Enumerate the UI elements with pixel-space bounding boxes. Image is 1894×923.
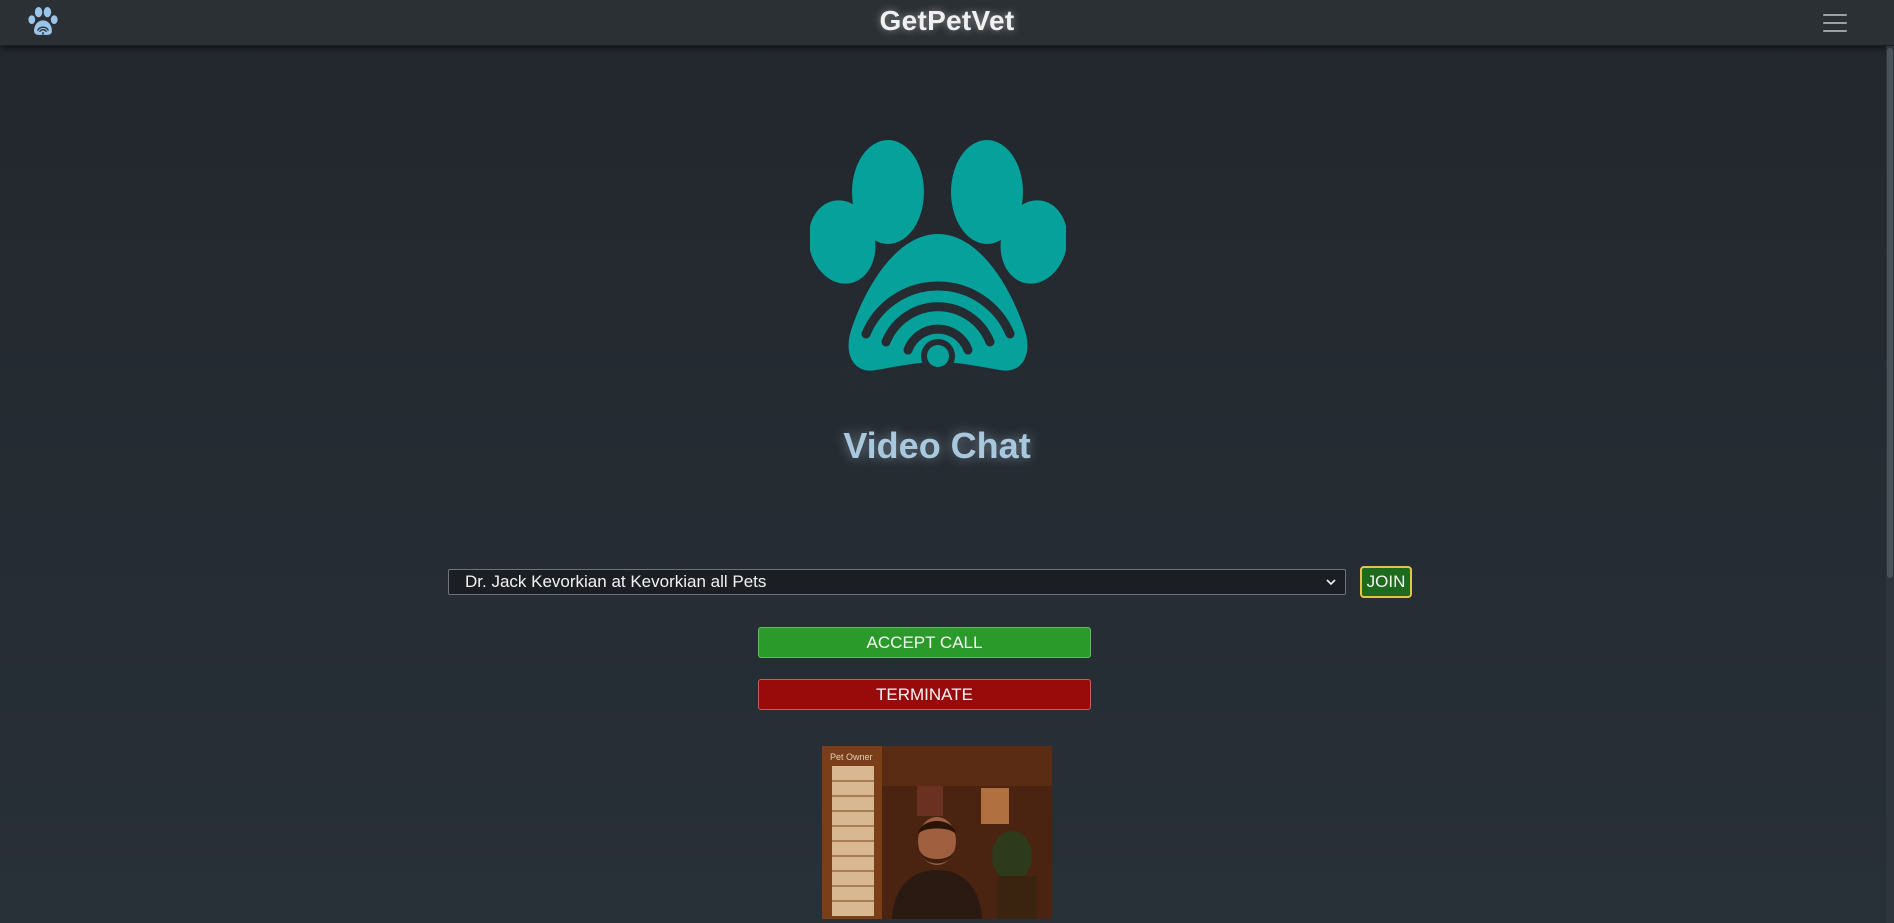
video-frame-image bbox=[822, 746, 1052, 919]
video-feed: Pet Owner bbox=[822, 746, 1052, 919]
scrollbar-thumb[interactable] bbox=[1887, 48, 1893, 578]
brand-title[interactable]: GetPetVet bbox=[0, 5, 1894, 37]
hamburger-menu-icon[interactable] bbox=[1820, 10, 1852, 36]
vet-select-dropdown[interactable]: Dr. Jack Kevorkian at Kevorkian all Pets bbox=[448, 569, 1346, 595]
paw-wifi-logo-icon bbox=[810, 140, 1066, 373]
video-label: Pet Owner bbox=[830, 752, 873, 762]
terminate-button[interactable]: TERMINATE bbox=[758, 679, 1091, 710]
join-button[interactable]: JOIN bbox=[1360, 566, 1412, 598]
page-title: Video Chat bbox=[843, 425, 1031, 466]
chevron-down-icon bbox=[1326, 579, 1336, 586]
vet-select-value: Dr. Jack Kevorkian at Kevorkian all Pets bbox=[465, 572, 767, 591]
accept-call-button[interactable]: ACCEPT CALL bbox=[758, 627, 1091, 658]
page-scrollbar[interactable] bbox=[1886, 46, 1894, 923]
top-navbar: GetPetVet bbox=[0, 0, 1894, 46]
